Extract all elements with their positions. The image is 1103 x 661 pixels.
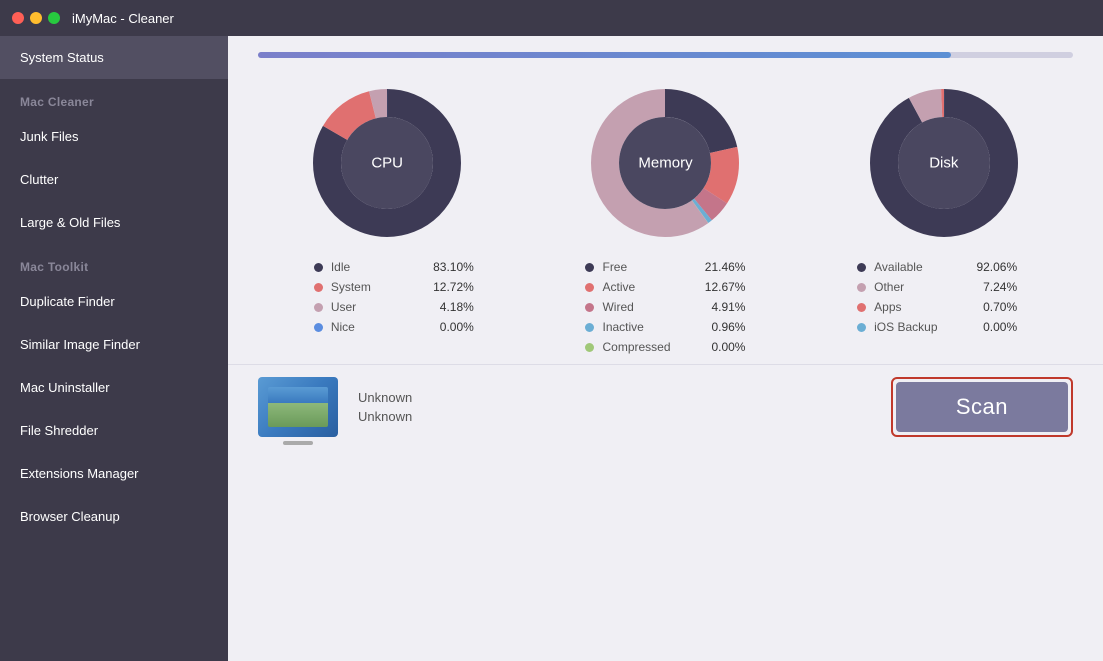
disk-other-dot xyxy=(857,283,866,292)
cpu-system-dot xyxy=(314,283,323,292)
memory-legend-inactive: Inactive 0.96% xyxy=(585,320,745,334)
progress-area xyxy=(228,36,1103,68)
memory-active-dot xyxy=(585,283,594,292)
cpu-idle-dot xyxy=(314,263,323,272)
mac-thumbnail xyxy=(258,377,338,437)
memory-wired-dot xyxy=(585,303,594,312)
sidebar-item-extensions-manager[interactable]: Extensions Manager xyxy=(0,452,228,495)
disk-legend: Available 92.06% Other 7.24% Apps 0.70% … xyxy=(857,260,1017,354)
progress-bar-fill xyxy=(258,52,951,58)
close-button[interactable] xyxy=(12,12,24,24)
cpu-legend-user: User 4.18% xyxy=(314,300,474,314)
cpu-nice-dot xyxy=(314,323,323,332)
memory-inactive-dot xyxy=(585,323,594,332)
mac-info: Unknown Unknown xyxy=(358,390,412,424)
cpu-legend-idle: Idle 83.10% xyxy=(314,260,474,274)
cpu-legend: Idle 83.10% System 12.72% User 4.18% Nic… xyxy=(314,260,474,354)
scan-button[interactable]: Scan xyxy=(896,382,1068,432)
disk-legend-apps: Apps 0.70% xyxy=(857,300,1017,314)
sidebar-item-clutter[interactable]: Clutter xyxy=(0,158,228,201)
maximize-button[interactable] xyxy=(48,12,60,24)
mac-name: Unknown xyxy=(358,390,412,405)
cpu-chart-container: CPU xyxy=(277,78,497,248)
sidebar-item-duplicate-finder[interactable]: Duplicate Finder xyxy=(0,280,228,323)
mac-screen-bg xyxy=(268,387,328,427)
minimize-button[interactable] xyxy=(30,12,42,24)
sidebar-item-similar-image-finder[interactable]: Similar Image Finder xyxy=(0,323,228,366)
cpu-legend-system: System 12.72% xyxy=(314,280,474,294)
disk-ios-backup-dot xyxy=(857,323,866,332)
sidebar-item-system-status[interactable]: System Status xyxy=(0,36,228,79)
main-content: CPU xyxy=(228,36,1103,661)
titlebar: iMyMac - Cleaner xyxy=(0,0,1103,36)
sidebar-item-file-shredder[interactable]: File Shredder xyxy=(0,409,228,452)
memory-legend-compressed: Compressed 0.00% xyxy=(585,340,745,354)
disk-legend-other: Other 7.24% xyxy=(857,280,1017,294)
disk-legend-available: Available 92.06% xyxy=(857,260,1017,274)
memory-label: Memory xyxy=(638,155,692,172)
memory-legend: Free 21.46% Active 12.67% Wired 4.91% In… xyxy=(585,260,745,354)
mac-os: Unknown xyxy=(358,409,412,424)
disk-legend-ios-backup: iOS Backup 0.00% xyxy=(857,320,1017,334)
sidebar-item-large-old-files[interactable]: Large & Old Files xyxy=(0,201,228,244)
disk-label: Disk xyxy=(929,155,958,172)
sidebar: System Status Mac Cleaner Junk Files Clu… xyxy=(0,36,228,661)
scan-button-wrapper: Scan xyxy=(891,377,1073,437)
cpu-donut: CPU xyxy=(302,78,472,248)
disk-apps-dot xyxy=(857,303,866,312)
sidebar-section-mac-cleaner: Mac Cleaner xyxy=(0,79,228,115)
disk-chart-container: Disk xyxy=(834,78,1054,248)
sidebar-section-mac-toolkit: Mac Toolkit xyxy=(0,244,228,280)
cpu-legend-nice: Nice 0.00% xyxy=(314,320,474,334)
app-title: iMyMac - Cleaner xyxy=(72,11,174,26)
legend-area: Idle 83.10% System 12.72% User 4.18% Nic… xyxy=(228,248,1103,364)
memory-free-dot xyxy=(585,263,594,272)
bottom-bar: Unknown Unknown Scan xyxy=(228,364,1103,449)
disk-donut: Disk xyxy=(859,78,1029,248)
cpu-user-dot xyxy=(314,303,323,312)
sidebar-item-mac-uninstaller[interactable]: Mac Uninstaller xyxy=(0,366,228,409)
sidebar-item-junk-files[interactable]: Junk Files xyxy=(0,115,228,158)
disk-available-dot xyxy=(857,263,866,272)
progress-bar-background xyxy=(258,52,1073,58)
traffic-lights xyxy=(12,12,60,24)
cpu-label: CPU xyxy=(371,155,403,172)
memory-legend-active: Active 12.67% xyxy=(585,280,745,294)
memory-legend-free: Free 21.46% xyxy=(585,260,745,274)
app-body: System Status Mac Cleaner Junk Files Clu… xyxy=(0,36,1103,661)
memory-compressed-dot xyxy=(585,343,594,352)
memory-legend-wired: Wired 4.91% xyxy=(585,300,745,314)
memory-donut: Memory xyxy=(580,78,750,248)
mac-screen xyxy=(268,387,328,427)
charts-area: CPU xyxy=(228,68,1103,248)
sidebar-item-browser-cleanup[interactable]: Browser Cleanup xyxy=(0,495,228,538)
memory-chart-container: Memory xyxy=(555,78,775,248)
